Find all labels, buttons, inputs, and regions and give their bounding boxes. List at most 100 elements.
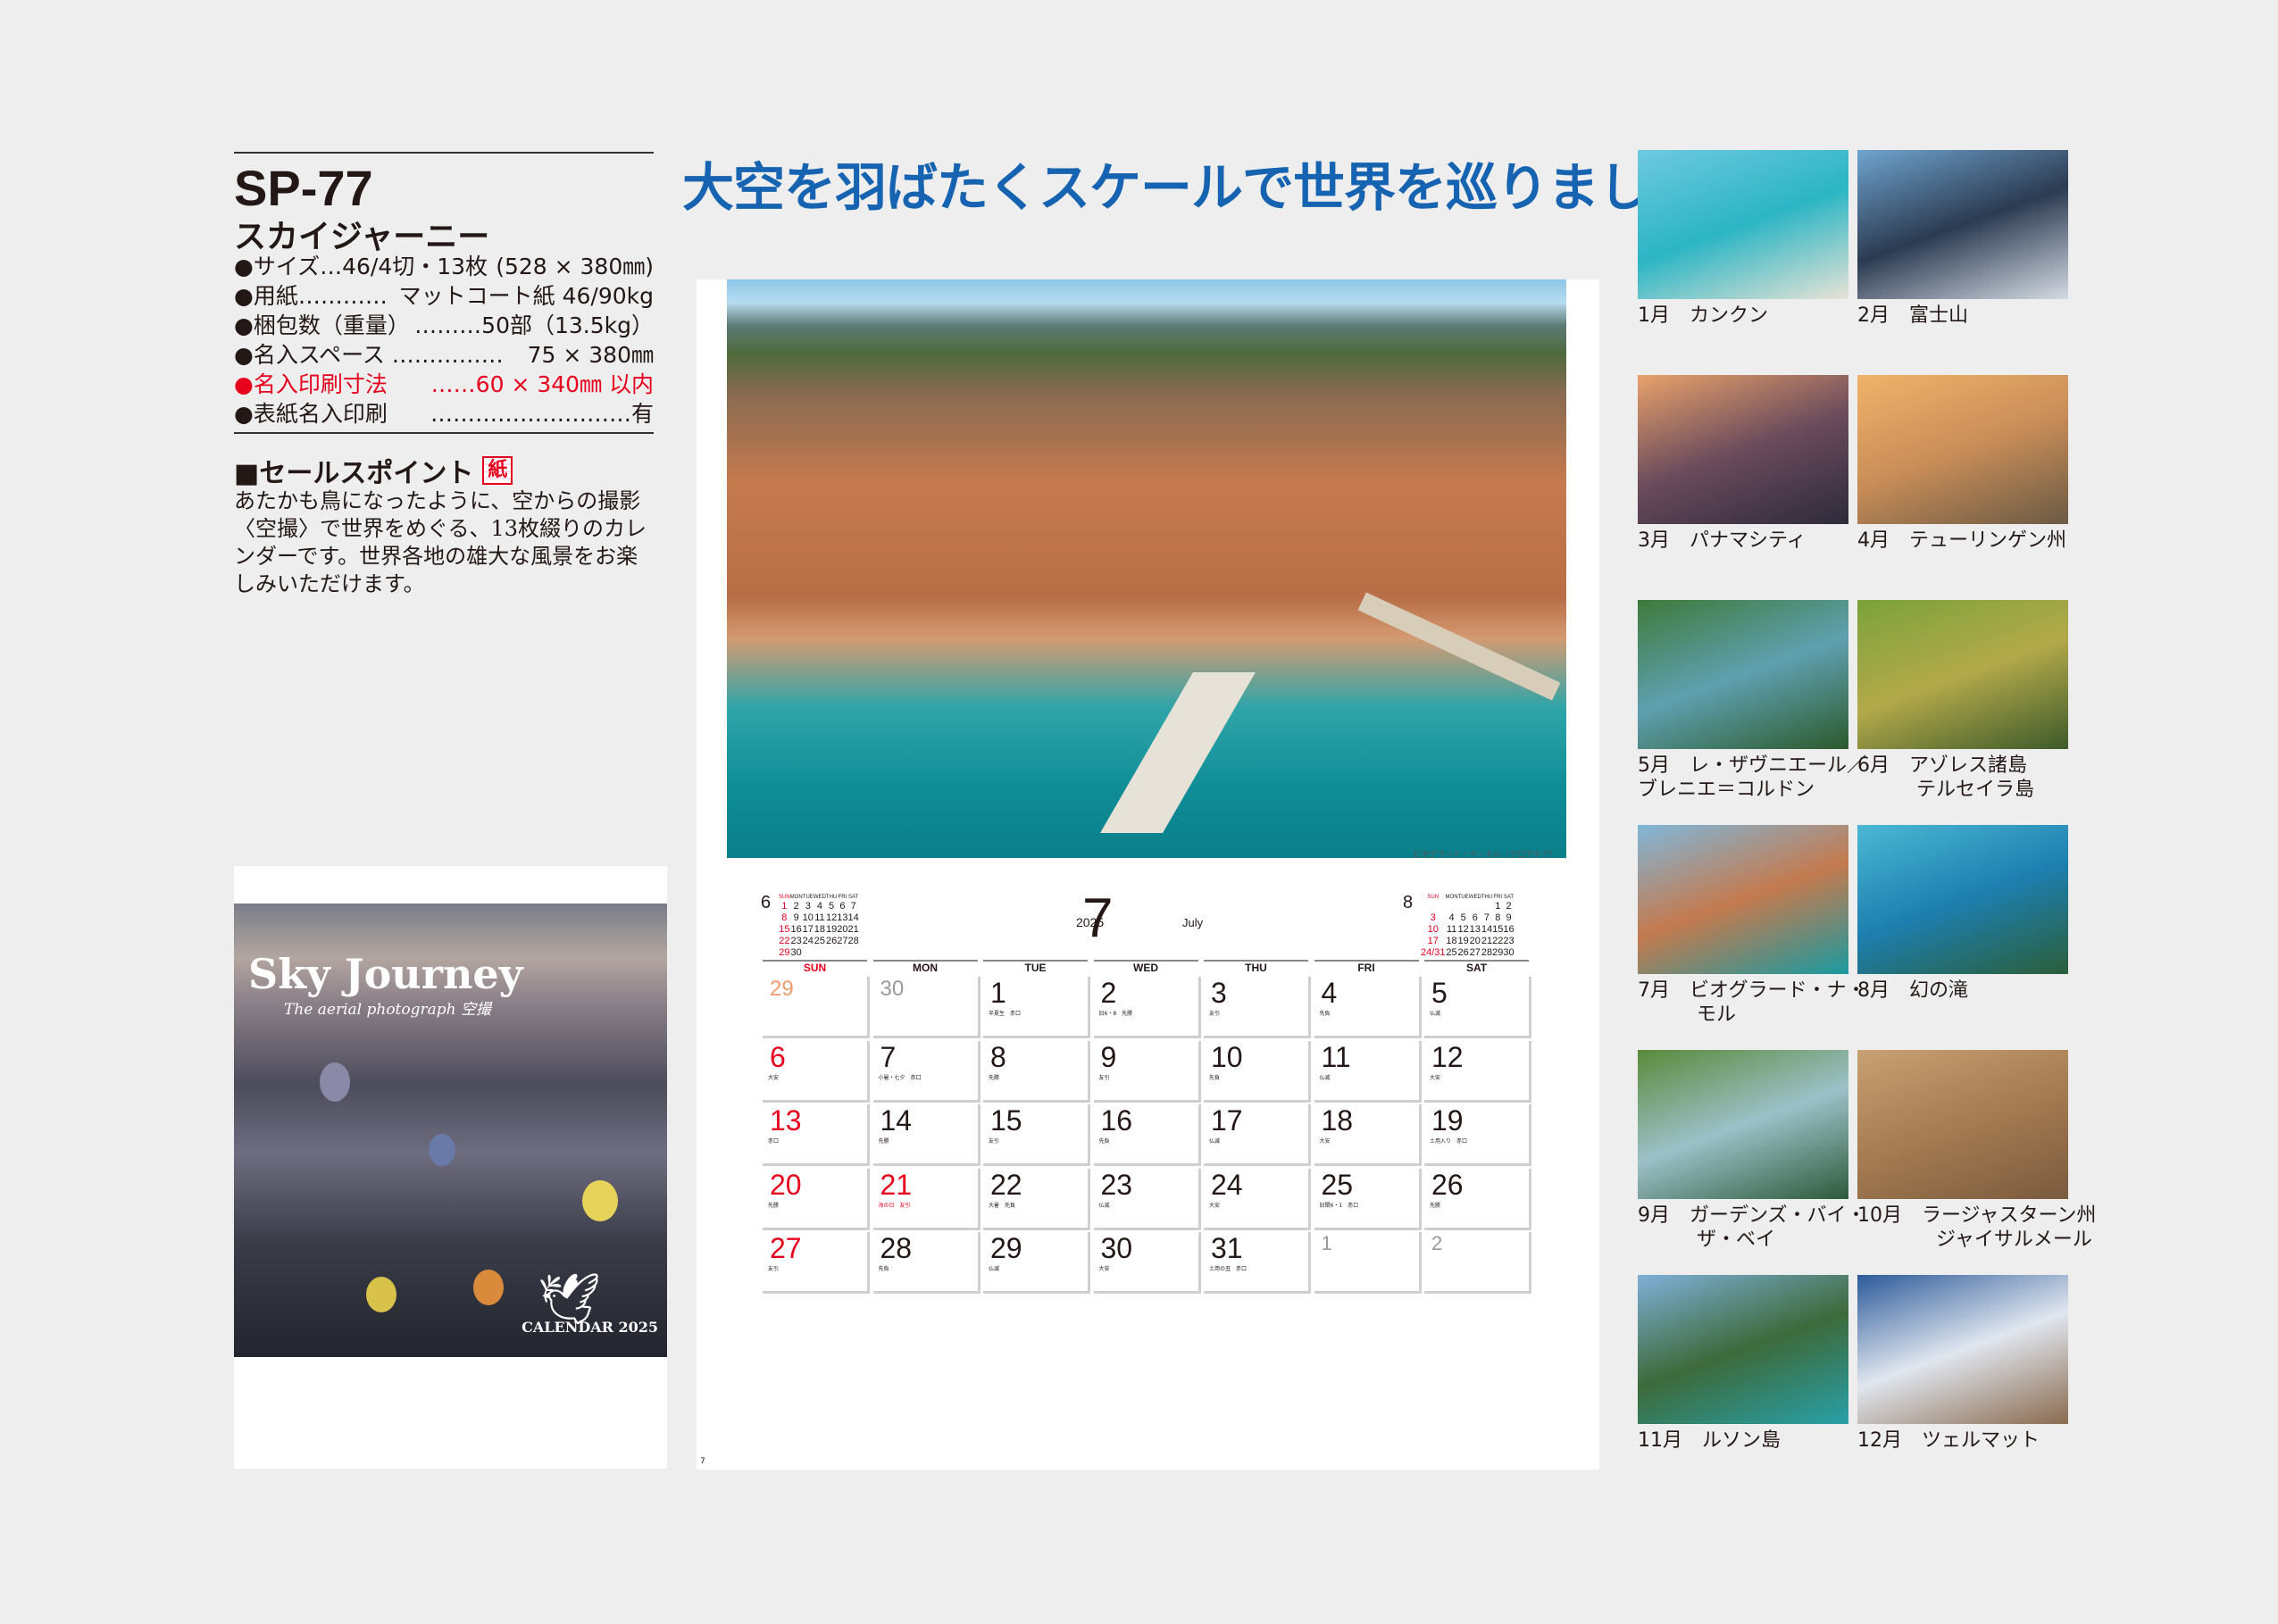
mini-day: 24: [802, 936, 814, 946]
day-cell: 27 友引: [763, 1232, 870, 1294]
month-thumbnail: [1638, 1275, 1848, 1424]
mini-day: 11: [814, 912, 825, 923]
weekday-header: SAT: [1424, 960, 1529, 976]
mini-day: 21: [847, 924, 859, 935]
balloon-icon: [366, 1277, 396, 1312]
day-cell: 26 先勝: [1424, 1168, 1531, 1230]
mini-day: 29: [1492, 947, 1504, 958]
day-number: 17: [1211, 1104, 1243, 1137]
mini-weekday: THU: [825, 895, 838, 900]
day-cell: 22 大暑 先負: [983, 1168, 1090, 1230]
mini-prev-month: 6: [761, 893, 772, 912]
month-thumbnail: [1857, 375, 2068, 524]
balloon-icon: [429, 1134, 455, 1166]
mini-day: 6: [1472, 912, 1478, 923]
spec-value: (528 × 380㎜): [496, 254, 654, 279]
mini-day: 26: [1457, 947, 1469, 958]
mini-day: [803, 947, 814, 959]
day-number: 31: [1211, 1232, 1243, 1264]
day-number: 14: [880, 1104, 913, 1137]
spec-key: 表紙名入印刷: [234, 399, 388, 429]
day-cell: 28 先負: [872, 1232, 980, 1294]
mini-day: 13: [1469, 924, 1481, 935]
mini-day: 11: [1446, 924, 1457, 935]
balloon-icon: [320, 1062, 350, 1102]
day-note: 海の日 友引: [878, 1202, 911, 1209]
day-number: 5: [1431, 977, 1448, 1009]
day-number: 12: [1431, 1040, 1464, 1073]
month-thumbnail-label: 6月 アゾレス諸島 テルセイラ島: [1857, 754, 2035, 801]
mini-day: 15: [1492, 924, 1504, 935]
spec-key: サイズ…46/4切・13枚: [234, 252, 488, 281]
weekday-header: SUN: [763, 960, 867, 976]
day-cell: 31 土用の丑 赤口: [1204, 1232, 1311, 1294]
mini-day: [1421, 901, 1446, 912]
mini-day: 16: [1503, 924, 1514, 935]
day-cell: 8 先勝: [983, 1040, 1090, 1103]
mini-next-table: SUN MON TUE WED THU FRI SAT 1 2 3 4 5 6 7 8 9 10 11 12 13 14…: [1421, 894, 1514, 959]
mini-day: [826, 947, 837, 959]
day-number: 27: [770, 1232, 802, 1264]
mini-day: 12: [1457, 924, 1469, 935]
mini-weekday: SUN: [1427, 895, 1439, 900]
sales-point-text: あたかも鳥になったように、空からの撮影〈空撮〉で世界をめぐる、13枚綴りのカレン…: [234, 488, 647, 596]
month-thumbnail-label: 9月 ガーデンズ・バイ・ ザ・ベイ: [1638, 1204, 1866, 1251]
mini-day: [1446, 901, 1458, 912]
mini-weekday: FRI: [838, 895, 847, 900]
spec-value: ………50部（13.5kg）: [414, 312, 654, 338]
day-note: 大安: [1430, 1074, 1441, 1081]
day-number: 25: [1321, 1168, 1354, 1201]
mini-day: 25: [1446, 947, 1457, 958]
mini-day: 28: [847, 936, 859, 946]
day-cell: 30: [872, 977, 980, 1038]
spec-row: 名入スペース …………… 75 × 380㎜: [234, 340, 654, 370]
day-cell: 12 大安: [1424, 1040, 1531, 1103]
mini-day: 3: [805, 901, 811, 912]
day-cell: 2 旧6・8 先勝: [1093, 977, 1201, 1038]
day-number: 28: [880, 1232, 913, 1264]
mini-day: 1: [1495, 901, 1501, 912]
day-note: 友引: [1098, 1074, 1110, 1081]
day-note: 仏滅: [1209, 1138, 1221, 1145]
month-thumbnail: [1857, 150, 2068, 299]
day-cell: 23 仏滅: [1093, 1168, 1201, 1230]
mini-day: 13: [837, 912, 848, 923]
cover-title: Sky Journey: [248, 950, 523, 998]
spec-row: サイズ…46/4切・13枚 (528 × 380㎜): [234, 252, 654, 281]
day-number: 15: [990, 1104, 1022, 1137]
mini-day: 14: [847, 912, 859, 923]
day-note: 仏滅: [989, 1266, 1000, 1272]
day-note: 先負: [878, 1266, 889, 1272]
day-cell: 1 半夏生 赤口: [983, 977, 1090, 1038]
mini-weekday: WED: [813, 895, 826, 900]
day-note: 赤口: [768, 1138, 780, 1145]
day-cell: 20 先勝: [763, 1168, 870, 1230]
day-number: 13: [770, 1104, 802, 1137]
day-number: 26: [1431, 1168, 1464, 1201]
day-number: 21: [880, 1168, 913, 1201]
day-note: 旧6・8 先勝: [1098, 1011, 1133, 1017]
spec-row: 梱包数（重量）………50部（13.5kg）: [234, 311, 654, 340]
day-note: 大安: [1209, 1202, 1221, 1209]
month-thumbnail-label: 2月 富士山: [1857, 304, 1968, 327]
day-number: 20: [770, 1168, 802, 1201]
month-thumbnail-label: 4月 テューリンゲン州: [1857, 529, 2066, 552]
spec-key: 名入スペース ……………: [234, 340, 504, 370]
month-thumbnail: [1638, 150, 1848, 299]
mini-weekday: WED: [1468, 895, 1481, 900]
day-note: 仏滅: [1430, 1011, 1441, 1017]
month-thumbnail: [1638, 1050, 1848, 1199]
day-number: 18: [1321, 1104, 1354, 1137]
balloon-icon: [473, 1270, 504, 1305]
spec-list: サイズ…46/4切・13枚 (528 × 380㎜) 用紙………… マットコート紙 4…: [234, 252, 654, 434]
mini-weekday: THU: [1481, 895, 1493, 900]
day-note: 大安: [1319, 1138, 1331, 1145]
mini-day: 17: [802, 924, 814, 935]
day-note: 小暑・七夕 赤口: [878, 1074, 922, 1081]
mini-day: 4: [1448, 912, 1455, 923]
day-note: 大暑 先負: [989, 1202, 1016, 1209]
cover-preview: Sky Journey The aerial photograph 空撮 🕊 C…: [234, 866, 667, 1469]
weekday-header: WED: [1093, 960, 1198, 976]
month-thumbnail: [1638, 825, 1848, 974]
mini-day: 22: [1492, 936, 1504, 946]
